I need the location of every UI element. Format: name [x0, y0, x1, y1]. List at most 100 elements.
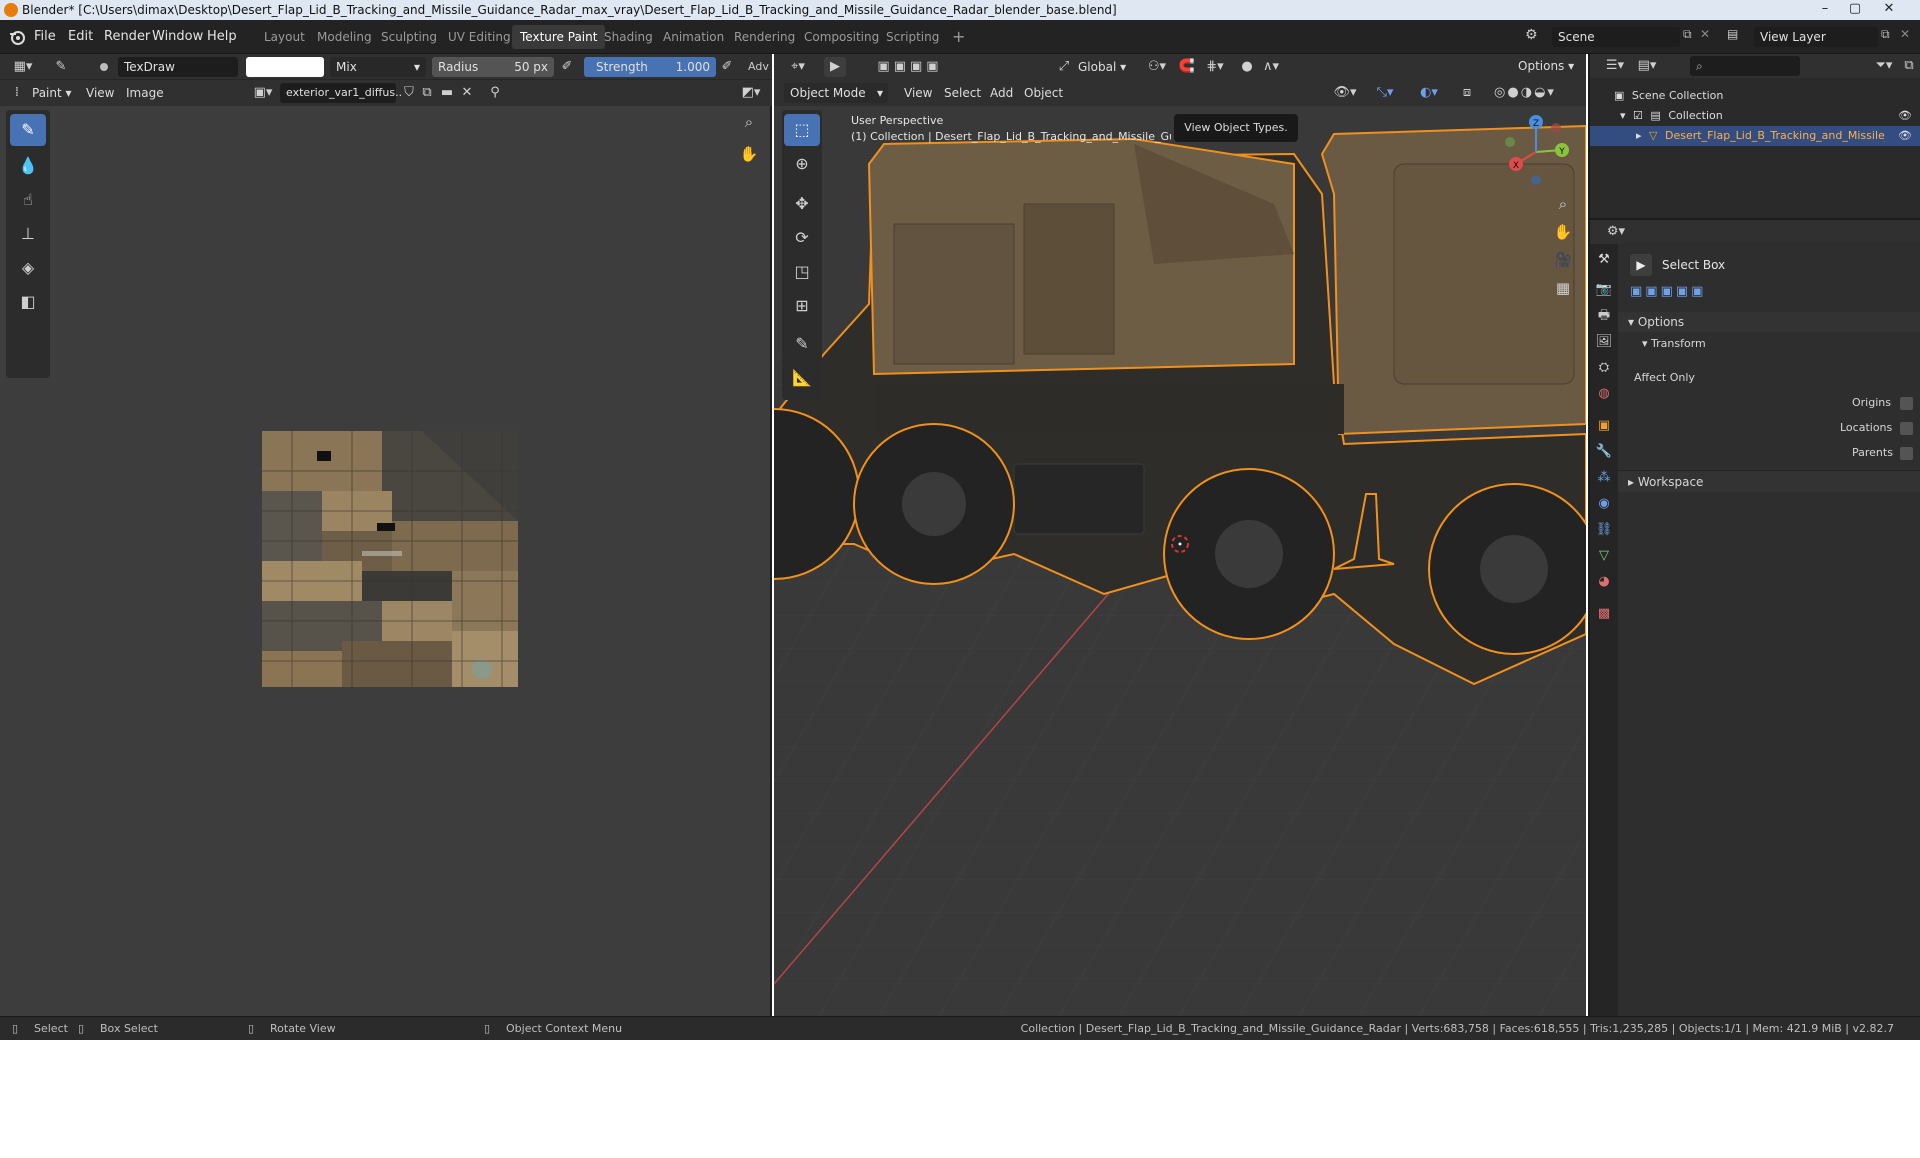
clone-tool-button[interactable]: ⊥ — [10, 218, 46, 250]
blend-mode-dropdown[interactable]: Mix ▾ — [330, 57, 426, 77]
smear-tool-button[interactable]: ☝ — [10, 184, 46, 216]
brush-color-swatch[interactable] — [246, 57, 324, 77]
paint-menu[interactable]: Paint ▾ — [32, 86, 72, 100]
tab-layout[interactable]: Layout — [256, 25, 313, 49]
options-panel-header[interactable]: ▾ Options — [1618, 312, 1920, 332]
tab-animation[interactable]: Animation — [655, 25, 732, 49]
new-collection-icon[interactable]: ⧉ — [1898, 56, 1920, 76]
delete-scene-icon[interactable]: ✕ — [1700, 27, 1716, 47]
draw-tool-button[interactable]: ✎ — [10, 114, 46, 146]
view-layer-field[interactable]: View Layer — [1754, 27, 1878, 47]
tab-tool-icon[interactable]: ⚒ — [1593, 250, 1615, 270]
maximize-button[interactable]: ▢ — [1840, 0, 1870, 20]
display-mode-icon[interactable]: ▤▾ — [1634, 56, 1660, 76]
zoom-icon[interactable]: ⌕ — [736, 112, 762, 138]
object-mode-dropdown[interactable]: Object Mode ▾ — [784, 83, 888, 103]
outliner-search-input[interactable]: ⌕ — [1690, 56, 1800, 76]
filter-icon[interactable]: ⏷▾ — [1870, 56, 1898, 76]
mask-tool-button[interactable]: ◧ — [10, 286, 46, 318]
snap-target-icon[interactable]: ⋕▾ — [1200, 57, 1230, 77]
properties-editor-type-icon[interactable]: ⚙▾ — [1602, 222, 1630, 242]
select-box-tool-button[interactable]: ⬚ — [784, 114, 820, 146]
move-tool-button[interactable]: ✥ — [784, 188, 820, 220]
open-image-icon[interactable]: ▬ — [436, 83, 458, 103]
editor-type-icon[interactable]: ▦▾ — [8, 57, 38, 77]
add-workspace-button[interactable]: + — [944, 25, 973, 49]
pan-hand-icon-3d[interactable]: ✋ — [1550, 222, 1576, 248]
annotate-tool-button[interactable]: ✎ — [784, 328, 820, 360]
proportional-edit-icon[interactable]: ● — [1236, 57, 1258, 77]
origins-checkbox[interactable] — [1900, 397, 1913, 410]
transform-subpanel[interactable]: ▾ Transform — [1642, 337, 1706, 350]
rotate-tool-button[interactable]: ⟳ — [784, 222, 820, 254]
menu-render[interactable]: Render — [104, 20, 150, 54]
tab-render-icon[interactable]: 📷 — [1593, 280, 1615, 300]
tab-particles-icon[interactable]: ⁂ — [1593, 468, 1615, 488]
options-dropdown[interactable]: Options ▾ — [1518, 59, 1574, 73]
tab-material-icon[interactable]: ◕ — [1593, 572, 1615, 592]
tab-world-icon[interactable]: ◍ — [1593, 384, 1615, 404]
tab-rendering[interactable]: Rendering — [726, 25, 803, 49]
outliner-collection[interactable]: ▾ ☑ ▤ Collection 👁 — [1590, 106, 1920, 126]
transform-orientation-dropdown[interactable]: Global ▾ — [1078, 60, 1126, 74]
new-image-icon[interactable]: ⧉ — [416, 83, 438, 103]
brush-icon[interactable]: ✎ — [50, 57, 72, 77]
falloff-icon[interactable]: ∧▾ — [1258, 57, 1284, 77]
pan-hand-icon[interactable]: ✋ — [736, 144, 762, 170]
ortho-toggle-icon[interactable]: ▦ — [1550, 278, 1576, 304]
gizmo-toggle-icon[interactable]: ⤡▾ — [1370, 83, 1400, 103]
expand-arrow-icon[interactable]: ▸ — [1636, 129, 1642, 142]
viewport-view-menu[interactable]: View — [904, 86, 932, 100]
tab-texture-paint[interactable]: Texture Paint — [512, 25, 606, 49]
snap-icon[interactable]: 🧲 — [1176, 57, 1198, 77]
display-channels-icon[interactable]: ◩▾ — [736, 83, 766, 103]
tab-data-icon[interactable]: ▽ — [1593, 546, 1615, 566]
soften-tool-button[interactable]: 💧 — [10, 150, 46, 182]
zoom-icon-3d[interactable]: ⌕ — [1550, 194, 1576, 220]
brush-name-field[interactable]: TexDraw — [118, 57, 238, 77]
image-menu[interactable]: Image — [126, 86, 164, 100]
tab-scripting[interactable]: Scripting — [878, 25, 947, 49]
outliner-object[interactable]: ▸ ▽ Desert_Flap_Lid_B_Tracking_and_Missi… — [1590, 126, 1920, 146]
parents-checkbox[interactable] — [1900, 447, 1913, 460]
select-tool-icon[interactable]: ▶ — [824, 57, 846, 77]
new-view-layer-icon[interactable]: ⧉ — [1881, 27, 1897, 47]
tab-scene-icon[interactable]: ⛭ — [1593, 358, 1615, 378]
tab-sculpting[interactable]: Sculpting — [373, 25, 445, 49]
image-browse-icon[interactable]: ▣▾ — [248, 83, 278, 103]
tab-constraints-icon[interactable]: ⛓ — [1593, 520, 1615, 540]
locations-checkbox[interactable] — [1900, 422, 1913, 435]
menu-help[interactable]: Help — [207, 20, 237, 54]
viewport-select-menu[interactable]: Select — [944, 86, 981, 100]
close-button[interactable]: ✕ — [1874, 0, 1904, 20]
tab-modifiers-icon[interactable]: 🔧 — [1593, 442, 1615, 462]
view-layer-icon[interactable]: ▤ — [1727, 27, 1751, 47]
delete-view-layer-icon[interactable]: ✕ — [1900, 27, 1916, 47]
navigation-gizmo[interactable]: Y Z X — [1500, 112, 1584, 192]
menu-window[interactable]: Window — [152, 20, 203, 54]
outliner-editor-type-icon[interactable]: ☰▾ — [1602, 56, 1628, 76]
viewport-object-menu[interactable]: Object — [1024, 86, 1063, 100]
expand-arrow-icon[interactable]: ▾ — [1620, 109, 1626, 122]
cursor-tool-button[interactable]: ⊕ — [784, 148, 820, 180]
strength-field[interactable]: Strength 1.000 — [584, 57, 716, 77]
image-view-menu[interactable]: View — [86, 86, 114, 100]
measure-tool-button[interactable]: 📐 — [784, 362, 820, 394]
tab-uv-editing[interactable]: UV Editing — [440, 25, 519, 49]
tab-compositing[interactable]: Compositing — [796, 25, 887, 49]
blender-menu-icon[interactable] — [8, 28, 26, 46]
texture-image[interactable] — [262, 431, 518, 687]
new-scene-icon[interactable]: ⧉ — [1683, 27, 1699, 47]
shading-mode-icons[interactable]: ◎●◑◒▾ — [1480, 83, 1570, 103]
selection-mode-icons[interactable]: ▣▣▣▣ — [862, 57, 958, 77]
scene-selector-icon[interactable]: ⚙ — [1525, 27, 1549, 47]
strength-pressure-icon[interactable]: ✐ — [716, 57, 738, 77]
scale-tool-button[interactable]: ◳ — [784, 256, 820, 288]
paint-mode-icon[interactable]: ⁞ — [8, 83, 26, 103]
outliner-scene-collection[interactable]: ▣ Scene Collection — [1590, 86, 1920, 106]
fill-tool-button[interactable]: ◈ — [10, 252, 46, 284]
menu-file[interactable]: File — [34, 20, 56, 54]
image-name-field[interactable]: exterior_var1_diffus.. — [280, 83, 402, 103]
unlink-image-icon[interactable]: ✕ — [456, 83, 478, 103]
select-mode-buttons[interactable]: ▣▣▣▣▣ — [1630, 284, 1720, 304]
